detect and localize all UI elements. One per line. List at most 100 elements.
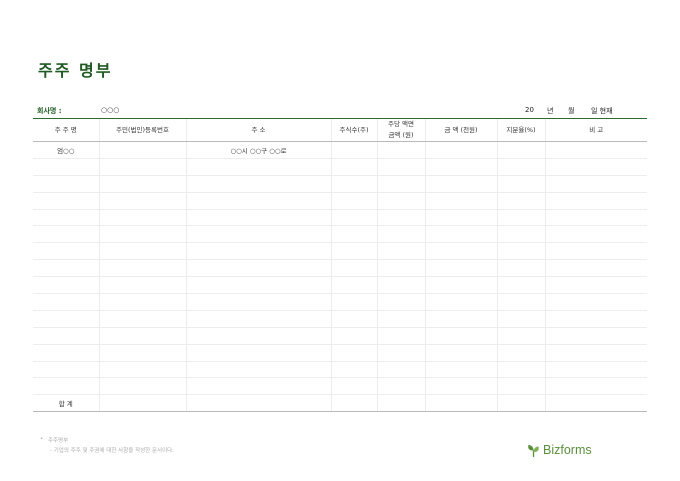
table-cell[interactable] bbox=[98, 242, 186, 261]
table-cell[interactable] bbox=[185, 394, 331, 413]
table-cell[interactable] bbox=[185, 344, 331, 362]
table-cell[interactable] bbox=[98, 310, 186, 328]
table-cell[interactable] bbox=[330, 192, 377, 210]
table-cell[interactable] bbox=[330, 327, 377, 345]
table-cell[interactable] bbox=[544, 259, 647, 278]
table-cell[interactable] bbox=[330, 377, 377, 396]
table-cell[interactable] bbox=[544, 327, 647, 345]
table-cell[interactable] bbox=[376, 344, 425, 362]
table-cell[interactable] bbox=[33, 327, 99, 345]
table-cell[interactable] bbox=[544, 209, 647, 227]
table-cell[interactable] bbox=[33, 293, 99, 311]
table-cell[interactable] bbox=[330, 394, 377, 413]
table-cell[interactable] bbox=[424, 394, 497, 413]
table-cell[interactable] bbox=[98, 293, 186, 311]
table-cell[interactable] bbox=[330, 209, 377, 227]
table-cell[interactable] bbox=[424, 158, 497, 176]
table-cell[interactable] bbox=[33, 310, 99, 328]
table-cell[interactable] bbox=[330, 276, 377, 295]
table-cell[interactable] bbox=[544, 225, 647, 244]
table-cell[interactable] bbox=[98, 192, 186, 210]
table-cell[interactable] bbox=[496, 361, 545, 379]
table-cell[interactable] bbox=[376, 209, 425, 227]
table-cell[interactable] bbox=[424, 377, 497, 396]
table-cell[interactable] bbox=[544, 158, 647, 176]
table-cell[interactable] bbox=[496, 192, 545, 210]
table-cell[interactable] bbox=[185, 327, 331, 345]
table-cell[interactable] bbox=[424, 259, 497, 278]
table-cell[interactable] bbox=[424, 209, 497, 227]
table-cell[interactable] bbox=[98, 158, 186, 176]
table-cell[interactable] bbox=[424, 293, 497, 311]
table-cell[interactable] bbox=[496, 242, 545, 261]
table-cell[interactable] bbox=[330, 141, 377, 159]
table-cell[interactable] bbox=[424, 361, 497, 379]
table-cell[interactable] bbox=[185, 242, 331, 261]
table-cell[interactable] bbox=[496, 141, 545, 159]
table-cell[interactable] bbox=[496, 344, 545, 362]
table-cell[interactable] bbox=[185, 225, 331, 244]
table-cell[interactable] bbox=[544, 361, 647, 379]
table-cell[interactable] bbox=[330, 242, 377, 261]
table-cell[interactable] bbox=[424, 344, 497, 362]
table-cell[interactable] bbox=[185, 192, 331, 210]
table-cell[interactable] bbox=[330, 225, 377, 244]
table-cell[interactable] bbox=[376, 141, 425, 159]
table-cell[interactable] bbox=[330, 293, 377, 311]
table-cell[interactable] bbox=[544, 293, 647, 311]
table-cell[interactable] bbox=[544, 377, 647, 396]
table-cell[interactable] bbox=[496, 394, 545, 413]
table-cell[interactable] bbox=[496, 293, 545, 311]
table-cell[interactable] bbox=[33, 259, 99, 278]
table-cell[interactable] bbox=[544, 141, 647, 159]
table-cell[interactable] bbox=[98, 276, 186, 295]
table-cell[interactable] bbox=[185, 361, 331, 379]
table-cell[interactable] bbox=[424, 327, 497, 345]
table-cell[interactable] bbox=[376, 293, 425, 311]
table-cell[interactable] bbox=[496, 259, 545, 278]
table-cell[interactable] bbox=[376, 242, 425, 261]
table-cell[interactable] bbox=[185, 276, 331, 295]
table-cell[interactable] bbox=[330, 175, 377, 193]
table-cell[interactable] bbox=[544, 175, 647, 193]
table-cell[interactable] bbox=[330, 361, 377, 379]
table-cell[interactable] bbox=[33, 276, 99, 295]
table-cell[interactable] bbox=[185, 377, 331, 396]
table-cell[interactable] bbox=[98, 327, 186, 345]
table-cell[interactable] bbox=[98, 394, 186, 413]
table-cell[interactable] bbox=[496, 158, 545, 176]
table-cell[interactable] bbox=[424, 225, 497, 244]
table-cell[interactable] bbox=[376, 361, 425, 379]
table-cell[interactable] bbox=[98, 259, 186, 278]
table-cell[interactable] bbox=[544, 242, 647, 261]
table-cell[interactable] bbox=[376, 310, 425, 328]
table-cell[interactable] bbox=[544, 394, 647, 413]
table-cell[interactable] bbox=[376, 259, 425, 278]
table-cell[interactable] bbox=[424, 192, 497, 210]
table-cell[interactable] bbox=[376, 158, 425, 176]
table-cell[interactable] bbox=[496, 209, 545, 227]
table-cell[interactable] bbox=[33, 361, 99, 379]
table-cell[interactable] bbox=[98, 175, 186, 193]
table-cell[interactable] bbox=[98, 344, 186, 362]
table-cell[interactable] bbox=[496, 175, 545, 193]
table-cell[interactable]: 엄○○ bbox=[33, 141, 99, 159]
table-cell[interactable] bbox=[185, 293, 331, 311]
table-cell[interactable] bbox=[330, 259, 377, 278]
table-cell[interactable] bbox=[496, 327, 545, 345]
table-cell[interactable] bbox=[544, 310, 647, 328]
table-cell[interactable] bbox=[98, 225, 186, 244]
table-cell[interactable]: ○○시 ○○구 ○○로 bbox=[185, 141, 331, 159]
table-cell[interactable] bbox=[98, 377, 186, 396]
table-cell[interactable] bbox=[33, 158, 99, 176]
table-cell[interactable] bbox=[496, 310, 545, 328]
table-cell[interactable] bbox=[185, 209, 331, 227]
table-cell[interactable] bbox=[98, 361, 186, 379]
table-cell[interactable] bbox=[544, 192, 647, 210]
table-cell[interactable] bbox=[185, 310, 331, 328]
table-cell[interactable] bbox=[33, 344, 99, 362]
table-cell[interactable] bbox=[33, 192, 99, 210]
table-cell[interactable] bbox=[185, 158, 331, 176]
table-cell[interactable] bbox=[424, 242, 497, 261]
table-cell[interactable] bbox=[33, 242, 99, 261]
